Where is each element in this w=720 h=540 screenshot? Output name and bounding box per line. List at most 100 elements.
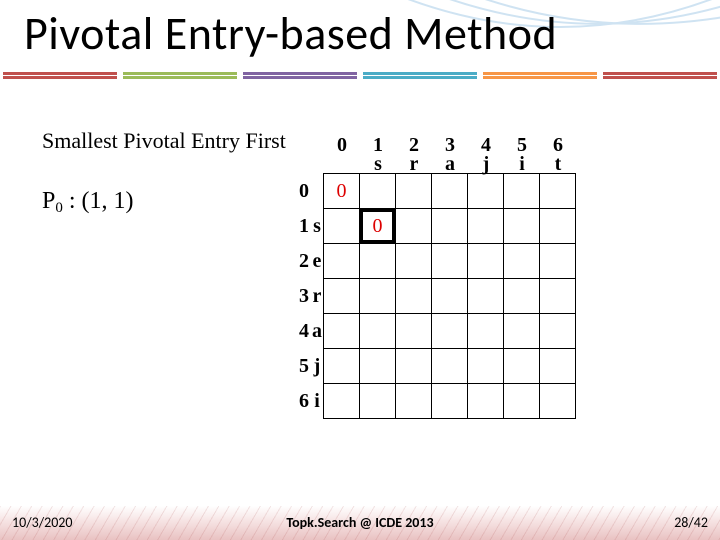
col-let-1: s <box>360 154 396 174</box>
grid-row: 3r <box>296 279 596 314</box>
col-letter-row: s r a j i t <box>296 154 596 174</box>
cell-0_6 <box>539 173 576 209</box>
cell-6_1 <box>359 383 396 419</box>
cell-0_3 <box>431 173 468 209</box>
cell-2_6 <box>539 243 576 279</box>
cell-0_1 <box>359 173 396 209</box>
cell-4_2 <box>395 313 432 349</box>
col-let-0 <box>324 154 360 174</box>
col-let-3: a <box>432 154 468 174</box>
cell-2_4 <box>467 243 504 279</box>
row-letter: e <box>311 250 323 273</box>
cell-5_2 <box>395 348 432 384</box>
grid-cells <box>324 384 576 419</box>
col-let-2: r <box>396 154 432 174</box>
page-title: Pivotal Entry-based Method <box>24 6 696 62</box>
col-idx-6: 6 <box>540 136 576 154</box>
p0-subscript: 0 <box>55 200 63 216</box>
cell-4_0 <box>323 313 360 349</box>
row-idx: 5 <box>297 355 311 378</box>
col-let-6: t <box>540 154 576 174</box>
cell-3_0 <box>323 278 360 314</box>
cell-6_5 <box>503 383 540 419</box>
cell-0_4 <box>467 173 504 209</box>
cell-2_5 <box>503 243 540 279</box>
grid-row: 2e <box>296 244 596 279</box>
row-head: 5j <box>296 355 324 378</box>
grid-row: 1s 0 <box>296 209 596 244</box>
row-idx: 2 <box>297 250 311 273</box>
row-head: 1s <box>296 215 324 238</box>
cell-5_6 <box>539 348 576 384</box>
cell-6_2 <box>395 383 432 419</box>
cell-6_0 <box>323 383 360 419</box>
col-idx-1: 1 <box>360 136 396 154</box>
footer: 10/3/2020 Topk.Search @ ICDE 2013 28/42 <box>0 506 720 540</box>
col-idx-5: 5 <box>504 136 540 154</box>
cell-3_6 <box>539 278 576 314</box>
cell-4_4 <box>467 313 504 349</box>
cell-6_6 <box>539 383 576 419</box>
cell-4_5 <box>503 313 540 349</box>
grid-cells <box>324 279 576 314</box>
row-head: 6i <box>296 390 324 413</box>
col-let-5: i <box>504 154 540 174</box>
cell-1_3 <box>431 208 468 244</box>
grid-row: 6i <box>296 384 596 419</box>
cell-1_6 <box>539 208 576 244</box>
cell-1_5 <box>503 208 540 244</box>
row-letter: a <box>311 320 323 343</box>
row-head: 0 <box>296 180 324 203</box>
grid-body: 001s02e3r4a5j6i <box>296 174 596 419</box>
grid-cells: 0 <box>324 209 576 244</box>
grid-row: 00 <box>296 174 596 209</box>
cell-6_4 <box>467 383 504 419</box>
cell-1_4 <box>467 208 504 244</box>
slide: Pivotal Entry-based Method Smallest Pivo… <box>0 0 720 540</box>
row-idx: 0 <box>297 180 311 203</box>
cell-3_5 <box>503 278 540 314</box>
col-idx-0: 0 <box>324 136 360 154</box>
cell-5_5 <box>503 348 540 384</box>
row-letter: r <box>311 285 323 308</box>
cell-6_3 <box>431 383 468 419</box>
row-letter: j <box>311 355 323 378</box>
row-idx: 3 <box>297 285 311 308</box>
grid-cells <box>324 349 576 384</box>
cell-5_3 <box>431 348 468 384</box>
col-idx-4: 4 <box>468 136 504 154</box>
footer-content: 10/3/2020 Topk.Search @ ICDE 2013 28/42 <box>0 506 720 540</box>
col-index-row: 0 1 2 3 4 5 6 <box>296 136 596 154</box>
footer-center: Topk.Search @ ICDE 2013 <box>0 514 720 531</box>
grid-cells <box>324 314 576 349</box>
cell-2_3 <box>431 243 468 279</box>
axis-corner <box>296 136 324 154</box>
cell-1_1: 0 <box>359 208 396 244</box>
p0-prefix: P <box>42 188 55 214</box>
cell-4_6 <box>539 313 576 349</box>
row-head: 4a <box>296 320 324 343</box>
cell-3_1 <box>359 278 396 314</box>
cell-5_1 <box>359 348 396 384</box>
cell-3_4 <box>467 278 504 314</box>
cell-2_1 <box>359 243 396 279</box>
row-letter: i <box>311 390 323 413</box>
subtitle: Smallest Pivotal Entry First <box>42 128 286 154</box>
cell-3_2 <box>395 278 432 314</box>
col-let-4: j <box>468 154 504 174</box>
p0-label: P0 : (1, 1) <box>42 188 134 215</box>
row-letter: s <box>311 215 323 238</box>
grid-row: 4a <box>296 314 596 349</box>
row-idx: 1 <box>297 215 311 238</box>
col-idx-3: 3 <box>432 136 468 154</box>
axis-corner-2 <box>296 154 324 174</box>
title-underline <box>0 72 720 80</box>
cell-4_1 <box>359 313 396 349</box>
col-idx-2: 2 <box>396 136 432 154</box>
cell-1_2 <box>395 208 432 244</box>
cell-4_3 <box>431 313 468 349</box>
cell-2_2 <box>395 243 432 279</box>
cell-5_4 <box>467 348 504 384</box>
row-head: 3r <box>296 285 324 308</box>
cell-0_2 <box>395 173 432 209</box>
